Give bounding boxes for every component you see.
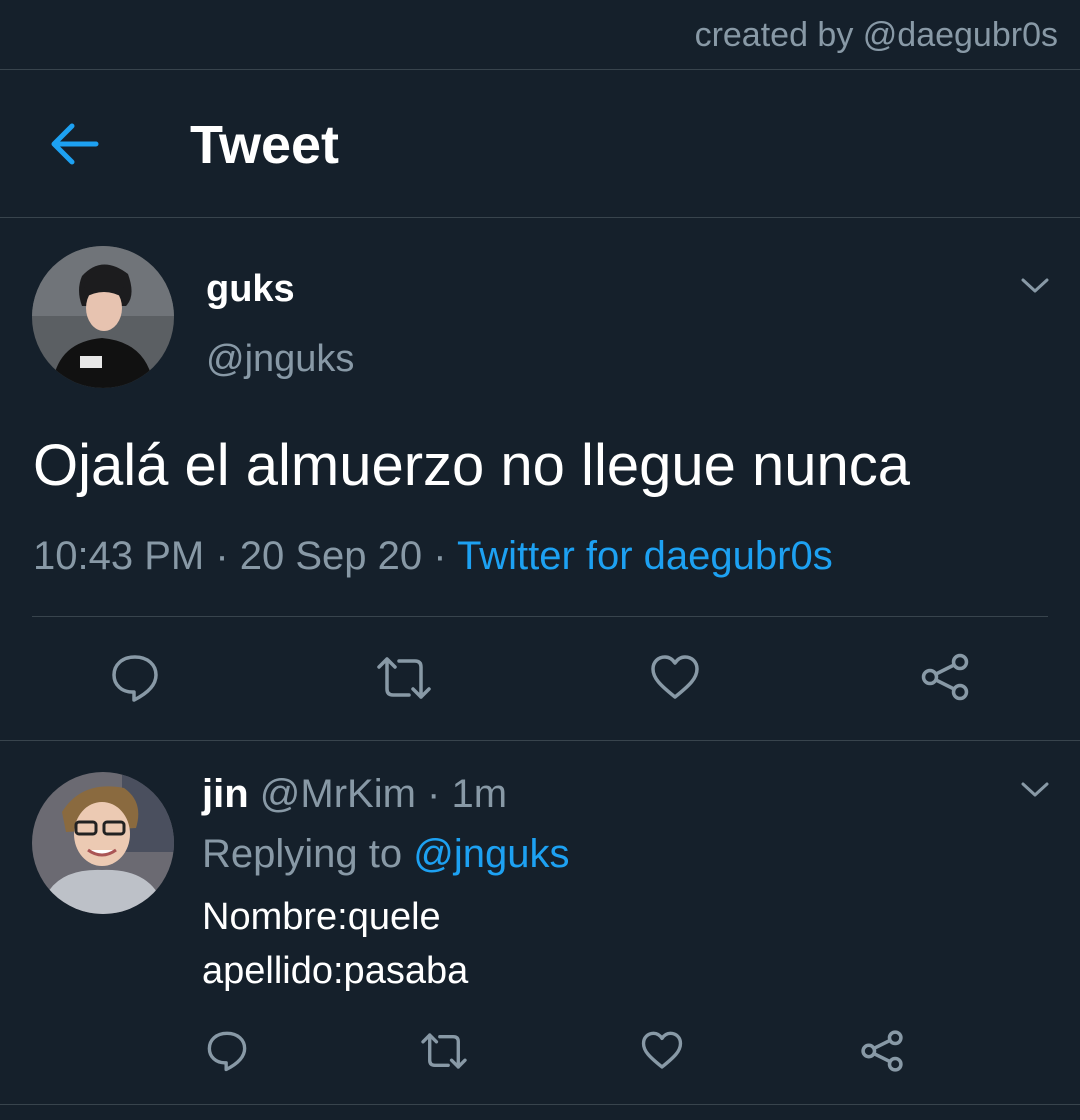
avatar[interactable]	[32, 772, 174, 914]
credit-text: created by @daegubr0s	[694, 16, 1058, 54]
tweet-time: 10:43 PM	[33, 534, 205, 578]
reply-display-name[interactable]: jin	[202, 772, 249, 816]
chevron-down-icon[interactable]	[1020, 276, 1050, 296]
tweet-source-link[interactable]: Twitter for daegubr0s	[457, 534, 833, 578]
retweet-icon[interactable]	[419, 1030, 469, 1072]
replying-label: Replying to	[202, 832, 403, 876]
heart-icon[interactable]	[640, 1030, 684, 1072]
page-title: Tweet	[190, 115, 340, 175]
heart-icon[interactable]	[650, 653, 700, 703]
reply-handle[interactable]: @MrKim	[260, 772, 416, 816]
divider	[0, 1104, 1080, 1105]
user-handle[interactable]: @jnguks	[206, 338, 354, 381]
share-icon[interactable]	[920, 652, 970, 702]
reply-time: 1m	[451, 772, 508, 816]
speech-bubble-icon[interactable]	[206, 1030, 248, 1072]
tweet-date: 20 Sep 20	[239, 534, 423, 578]
replying-to: Replying to @jnguks	[202, 832, 569, 877]
reply-header: jin @MrKim · 1m	[202, 772, 507, 817]
tweet-meta: 10:43 PM · 20 Sep 20 · Twitter for daegu…	[33, 534, 833, 579]
speech-bubble-icon[interactable]	[110, 653, 160, 703]
tweet-text: Ojalá el almuerzo no llegue nunca	[33, 433, 910, 498]
reply-separator: ·	[415, 772, 452, 816]
arrow-left-icon[interactable]	[48, 120, 100, 168]
reply-text-line: Nombre:quele	[202, 896, 441, 938]
meta-separator: ·	[204, 534, 240, 578]
top-app-bar: Tweet	[0, 70, 1080, 218]
display-name[interactable]: guks	[206, 268, 295, 311]
reply-text-line: apellido:pasaba	[202, 950, 469, 992]
chevron-down-icon[interactable]	[1020, 780, 1050, 800]
divider	[0, 740, 1080, 741]
meta-separator: ·	[422, 534, 457, 578]
divider	[32, 616, 1048, 617]
replying-to-link[interactable]: @jnguks	[413, 832, 569, 876]
credit-bar: created by @daegubr0s	[0, 0, 1080, 70]
share-icon[interactable]	[860, 1029, 904, 1073]
avatar[interactable]	[32, 246, 174, 388]
retweet-icon[interactable]	[375, 653, 433, 703]
